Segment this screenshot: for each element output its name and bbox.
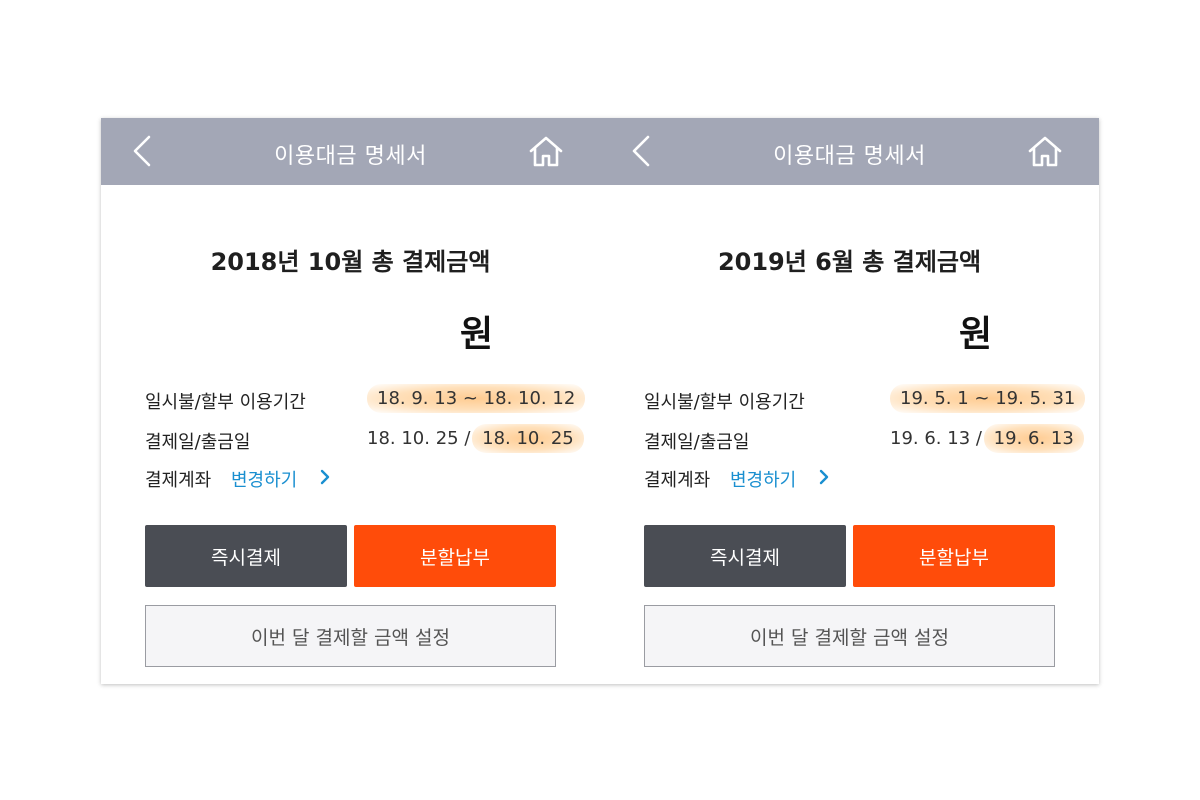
date-value: 18. 10. 25 / 18. 10. 25 bbox=[367, 424, 584, 453]
installment-button[interactable]: 분할납부 bbox=[354, 525, 556, 587]
statement-screen-2019-06: 이용대금 명세서 2019년 6월 총 결제금액 원 일시불/할부 이용기간 1… bbox=[600, 118, 1099, 684]
chevron-right-icon bbox=[320, 469, 330, 485]
header-bar: 이용대금 명세서 bbox=[600, 118, 1099, 185]
account-label: 결제계좌 bbox=[145, 470, 212, 491]
page-title: 이용대금 명세서 bbox=[274, 144, 427, 169]
total-payment-heading: 2018년 10월 총 결제금액 bbox=[210, 248, 491, 276]
page-title: 이용대금 명세서 bbox=[773, 144, 926, 169]
change-account-link[interactable]: 변경하기 bbox=[231, 466, 297, 492]
period-value: 19. 5. 1 ~ 19. 5. 31 bbox=[890, 384, 1086, 413]
instant-payment-button[interactable]: 즉시결제 bbox=[644, 525, 846, 587]
period-value-text: 18. 9. 13 ~ 18. 10. 12 bbox=[367, 384, 586, 413]
statement-screen-2018-10: 이용대금 명세서 2018년 10월 총 결제금액 원 일시불/할부 이용기간 … bbox=[101, 118, 600, 684]
change-account-link[interactable]: 변경하기 bbox=[730, 466, 796, 492]
set-amount-button[interactable]: 이번 달 결제할 금액 설정 bbox=[644, 605, 1055, 667]
account-label: 결제계좌 bbox=[644, 470, 711, 491]
currency-unit: 원 bbox=[959, 314, 993, 355]
home-button[interactable] bbox=[1027, 134, 1063, 170]
header-bar: 이용대금 명세서 bbox=[101, 118, 600, 185]
instant-payment-button[interactable]: 즉시결제 bbox=[145, 525, 347, 587]
statement-comparison: 이용대금 명세서 2018년 10월 총 결제금액 원 일시불/할부 이용기간 … bbox=[101, 118, 1099, 684]
date-value: 19. 6. 13 / 19. 6. 13 bbox=[890, 424, 1084, 453]
home-icon bbox=[529, 136, 563, 167]
total-payment-heading: 2019년 6월 총 결제금액 bbox=[717, 248, 982, 276]
payment-date: 18. 10. 25 / bbox=[367, 428, 471, 449]
period-value-text: 19. 5. 1 ~ 19. 5. 31 bbox=[890, 384, 1086, 413]
home-icon bbox=[1028, 136, 1062, 167]
withdraw-date: 19. 6. 13 bbox=[983, 424, 1084, 453]
withdraw-date: 18. 10. 25 bbox=[472, 424, 584, 453]
period-label: 일시불/할부 이용기간 bbox=[644, 392, 805, 413]
chevron-right-icon bbox=[819, 469, 829, 485]
period-value: 18. 9. 13 ~ 18. 10. 12 bbox=[367, 384, 586, 413]
date-label: 결제일/출금일 bbox=[145, 432, 251, 453]
currency-unit: 원 bbox=[460, 314, 494, 355]
home-button[interactable] bbox=[528, 134, 564, 170]
installment-button[interactable]: 분할납부 bbox=[853, 525, 1055, 587]
date-label: 결제일/출금일 bbox=[644, 432, 750, 453]
set-amount-button[interactable]: 이번 달 결제할 금액 설정 bbox=[145, 605, 556, 667]
period-label: 일시불/할부 이용기간 bbox=[145, 392, 306, 413]
payment-date: 19. 6. 13 / bbox=[890, 428, 982, 449]
